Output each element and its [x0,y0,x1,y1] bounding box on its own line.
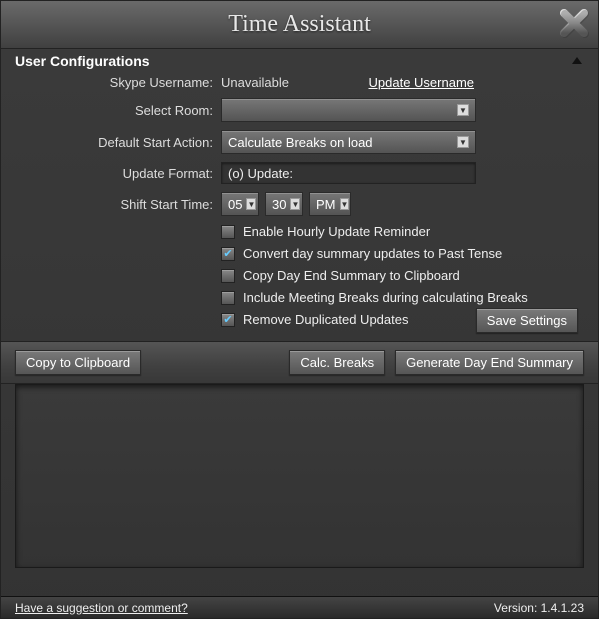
row-shift-start: Shift Start Time: 05 ▼ 30 ▼ PM ▼ [15,192,584,216]
checkbox-past-tense[interactable]: ✔ [221,247,235,261]
label-shift-start: Shift Start Time: [15,197,221,212]
chevron-down-icon: ▼ [457,104,469,116]
skype-username-value: Unavailable [221,75,289,90]
shift-minute-value: 30 [272,197,286,212]
chevron-down-icon: ▼ [290,198,300,210]
label-room: Select Room: [15,103,221,118]
version-label: Version: 1.4.1.23 [494,601,584,615]
action-bar: Copy to Clipboard Calc. Breaks Generate … [1,341,598,384]
checkbox-remove-dup-label: Remove Duplicated Updates [243,312,408,327]
calc-breaks-button[interactable]: Calc. Breaks [289,350,385,375]
label-update-format: Update Format: [15,166,221,181]
check-row-hourly: Enable Hourly Update Reminder [221,224,584,239]
update-format-input[interactable]: (o) Update: [221,162,476,184]
collapse-button[interactable] [570,54,584,68]
checkbox-hourly[interactable] [221,225,235,239]
footer: Have a suggestion or comment? Version: 1… [1,596,598,618]
select-default-action[interactable]: Calculate Breaks on load ▼ [221,130,476,154]
section-header: User Configurations [1,49,598,71]
save-settings-button[interactable]: Save Settings [476,308,578,333]
close-icon [556,5,592,41]
select-default-action-value: Calculate Breaks on load [228,135,373,150]
checkbox-hourly-label: Enable Hourly Update Reminder [243,224,430,239]
check-row-copy-day-end: Copy Day End Summary to Clipboard [221,268,584,283]
checkbox-past-tense-label: Convert day summary updates to Past Tens… [243,246,502,261]
checkbox-remove-dup[interactable]: ✔ [221,313,235,327]
section-title: User Configurations [15,53,150,69]
row-update-format: Update Format: (o) Update: [15,162,584,184]
chevron-down-icon: ▼ [457,136,469,148]
select-shift-minute[interactable]: 30 ▼ [265,192,303,216]
row-skype: Skype Username: Unavailable Update Usern… [15,75,584,90]
checkbox-include-meeting[interactable] [221,291,235,305]
update-username-link[interactable]: Update Username [369,75,475,90]
check-row-past-tense: ✔ Convert day summary updates to Past Te… [221,246,584,261]
chevron-down-icon: ▼ [246,198,256,210]
suggestion-link[interactable]: Have a suggestion or comment? [15,601,188,615]
config-panel: Skype Username: Unavailable Update Usern… [1,71,598,341]
select-room[interactable]: ▼ [221,98,476,122]
output-textarea[interactable] [15,384,584,568]
checkbox-copy-day-end-label: Copy Day End Summary to Clipboard [243,268,460,283]
shift-hour-value: 05 [228,197,242,212]
label-default-action: Default Start Action: [15,135,221,150]
select-shift-ampm[interactable]: PM ▼ [309,192,351,216]
close-button[interactable] [556,5,592,41]
update-format-value: (o) Update: [228,166,293,181]
generate-summary-button[interactable]: Generate Day End Summary [395,350,584,375]
row-room: Select Room: ▼ [15,98,584,122]
window-title: Time Assistant [228,11,371,38]
select-shift-hour[interactable]: 05 ▼ [221,192,259,216]
row-default-action: Default Start Action: Calculate Breaks o… [15,130,584,154]
shift-ampm-value: PM [316,197,336,212]
label-skype: Skype Username: [15,75,221,90]
chevron-down-icon: ▼ [340,198,350,210]
arrow-up-icon [570,54,584,68]
check-row-include-meeting: Include Meeting Breaks during calculatin… [221,290,584,305]
checkbox-include-meeting-label: Include Meeting Breaks during calculatin… [243,290,528,305]
copy-clipboard-button[interactable]: Copy to Clipboard [15,350,141,375]
main-window: Time Assistant User Configurations [0,0,599,619]
titlebar: Time Assistant [1,1,598,49]
checkbox-copy-day-end[interactable] [221,269,235,283]
